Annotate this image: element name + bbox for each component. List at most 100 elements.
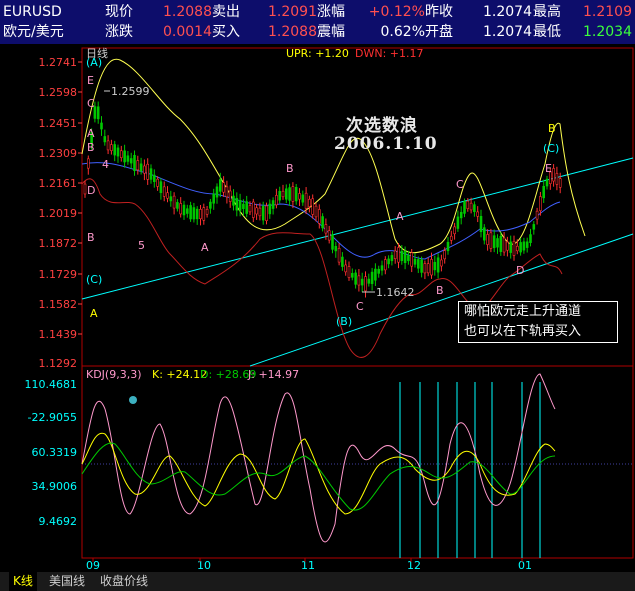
candle-body [225, 186, 229, 198]
candle-body [433, 261, 437, 271]
candle-body [166, 192, 169, 199]
y-tick: -22.9055 [28, 411, 77, 424]
candle-body [393, 250, 397, 259]
candle-body [255, 207, 258, 215]
candle-body [106, 140, 110, 151]
candle-body [120, 150, 123, 158]
chart-type-tabs: K线 美国线 收盘价线 [0, 572, 635, 591]
candle-body [459, 211, 463, 219]
candle-body [436, 257, 440, 273]
wave-labels: (A) E C A B D B 4 5 A B (C) A A C (B) B … [86, 56, 559, 328]
candle-body [532, 224, 536, 230]
candle-body [271, 200, 275, 209]
candle-body [212, 193, 215, 204]
candle-body [347, 266, 351, 278]
tab-ohlc[interactable]: 美国线 [45, 572, 89, 591]
candle-body [525, 241, 529, 248]
candle-body [304, 192, 308, 209]
value-amplitude: 0.62% [380, 24, 425, 40]
symbol-name: 欧元/美元 [3, 24, 64, 40]
candle-body [370, 271, 374, 284]
kdj-k-label: K: +24.12 [152, 368, 207, 381]
y-tick: 60.3319 [32, 446, 78, 459]
candle-body [186, 208, 189, 214]
candle-body [337, 248, 341, 263]
main-y-tick-marks [78, 61, 82, 335]
y-tick: 1.1729 [39, 268, 78, 281]
high-price-label: 1.2599 [111, 85, 150, 98]
candle-body [199, 208, 202, 220]
candle-body [83, 183, 87, 195]
candle-body [535, 210, 539, 220]
candle-body [446, 241, 450, 252]
candle-body [449, 235, 453, 241]
tab-close-line[interactable]: 收盘价线 [96, 572, 152, 591]
candle-body [261, 205, 265, 221]
candle-body [133, 154, 136, 172]
y-tick: 9.4692 [39, 515, 78, 528]
candle-body [321, 216, 324, 229]
value-change-pct: +0.12% [368, 4, 425, 20]
candle-body [265, 205, 268, 221]
candle-body [327, 230, 331, 241]
candle-body [509, 241, 513, 253]
tab-kline[interactable]: K线 [9, 572, 37, 591]
wave-label: 5 [138, 239, 145, 252]
wave-label: (C) [86, 273, 102, 286]
candle-body [162, 186, 166, 197]
candle-body [156, 178, 159, 187]
candle-body [311, 198, 315, 215]
x-tick: 01 [518, 559, 532, 572]
candle-body [397, 247, 400, 263]
candle-body [403, 251, 407, 264]
candle-body [420, 259, 423, 273]
candle-body [205, 209, 209, 215]
value-prev-close: 1.2074 [483, 4, 532, 20]
wave-label: C [356, 300, 364, 313]
candle-body [245, 201, 248, 214]
candle-body [423, 263, 427, 274]
candle-body [153, 174, 156, 182]
candle-body [354, 272, 357, 285]
kdj-k-line [81, 432, 556, 515]
candle-body [357, 275, 361, 286]
channel-lower-line [249, 233, 634, 367]
candle-body [496, 238, 499, 248]
candle-body [555, 173, 559, 185]
candle-body [522, 241, 526, 251]
candle-body [314, 205, 318, 218]
candle-body [377, 268, 381, 274]
wave-label: B [87, 141, 95, 154]
wave-label: 4 [102, 158, 109, 171]
candle-body [341, 256, 344, 267]
note-line-2: 也可以在下轨再买入 [464, 324, 582, 339]
value-low: 1.2034 [583, 24, 632, 40]
y-tick: 34.9006 [32, 480, 78, 493]
candle-body [308, 198, 311, 207]
y-tick: 1.2309 [39, 147, 78, 160]
candle-body [400, 250, 404, 262]
candle-body [195, 208, 199, 220]
label-bid: 买入 [212, 24, 240, 40]
candle-body [110, 144, 113, 151]
value-bid: 1.2088 [268, 24, 317, 40]
candle-body [126, 155, 130, 162]
candle-body [539, 196, 542, 211]
candle-body [242, 203, 245, 210]
wave-label: D [516, 264, 524, 277]
candle-body [116, 147, 120, 157]
label-low: 最低 [533, 24, 561, 40]
label-change: 涨跌 [105, 24, 133, 40]
candle-body [288, 187, 291, 201]
candle-body [103, 136, 107, 143]
candle-body [222, 182, 225, 193]
candle-body [192, 207, 196, 220]
candle-body [182, 204, 186, 216]
candle-body [456, 216, 460, 229]
label-amplitude: 震幅 [317, 24, 345, 40]
y-tick: 1.1439 [39, 328, 78, 341]
upr-label: UPR: +1.20 [286, 47, 349, 60]
candle-body [506, 241, 509, 251]
wave-label: B [548, 122, 556, 135]
chart-area[interactable]: 日线 UPR: +1.20 DWN: +1.17 1.2741 1.2598 1… [0, 44, 635, 572]
